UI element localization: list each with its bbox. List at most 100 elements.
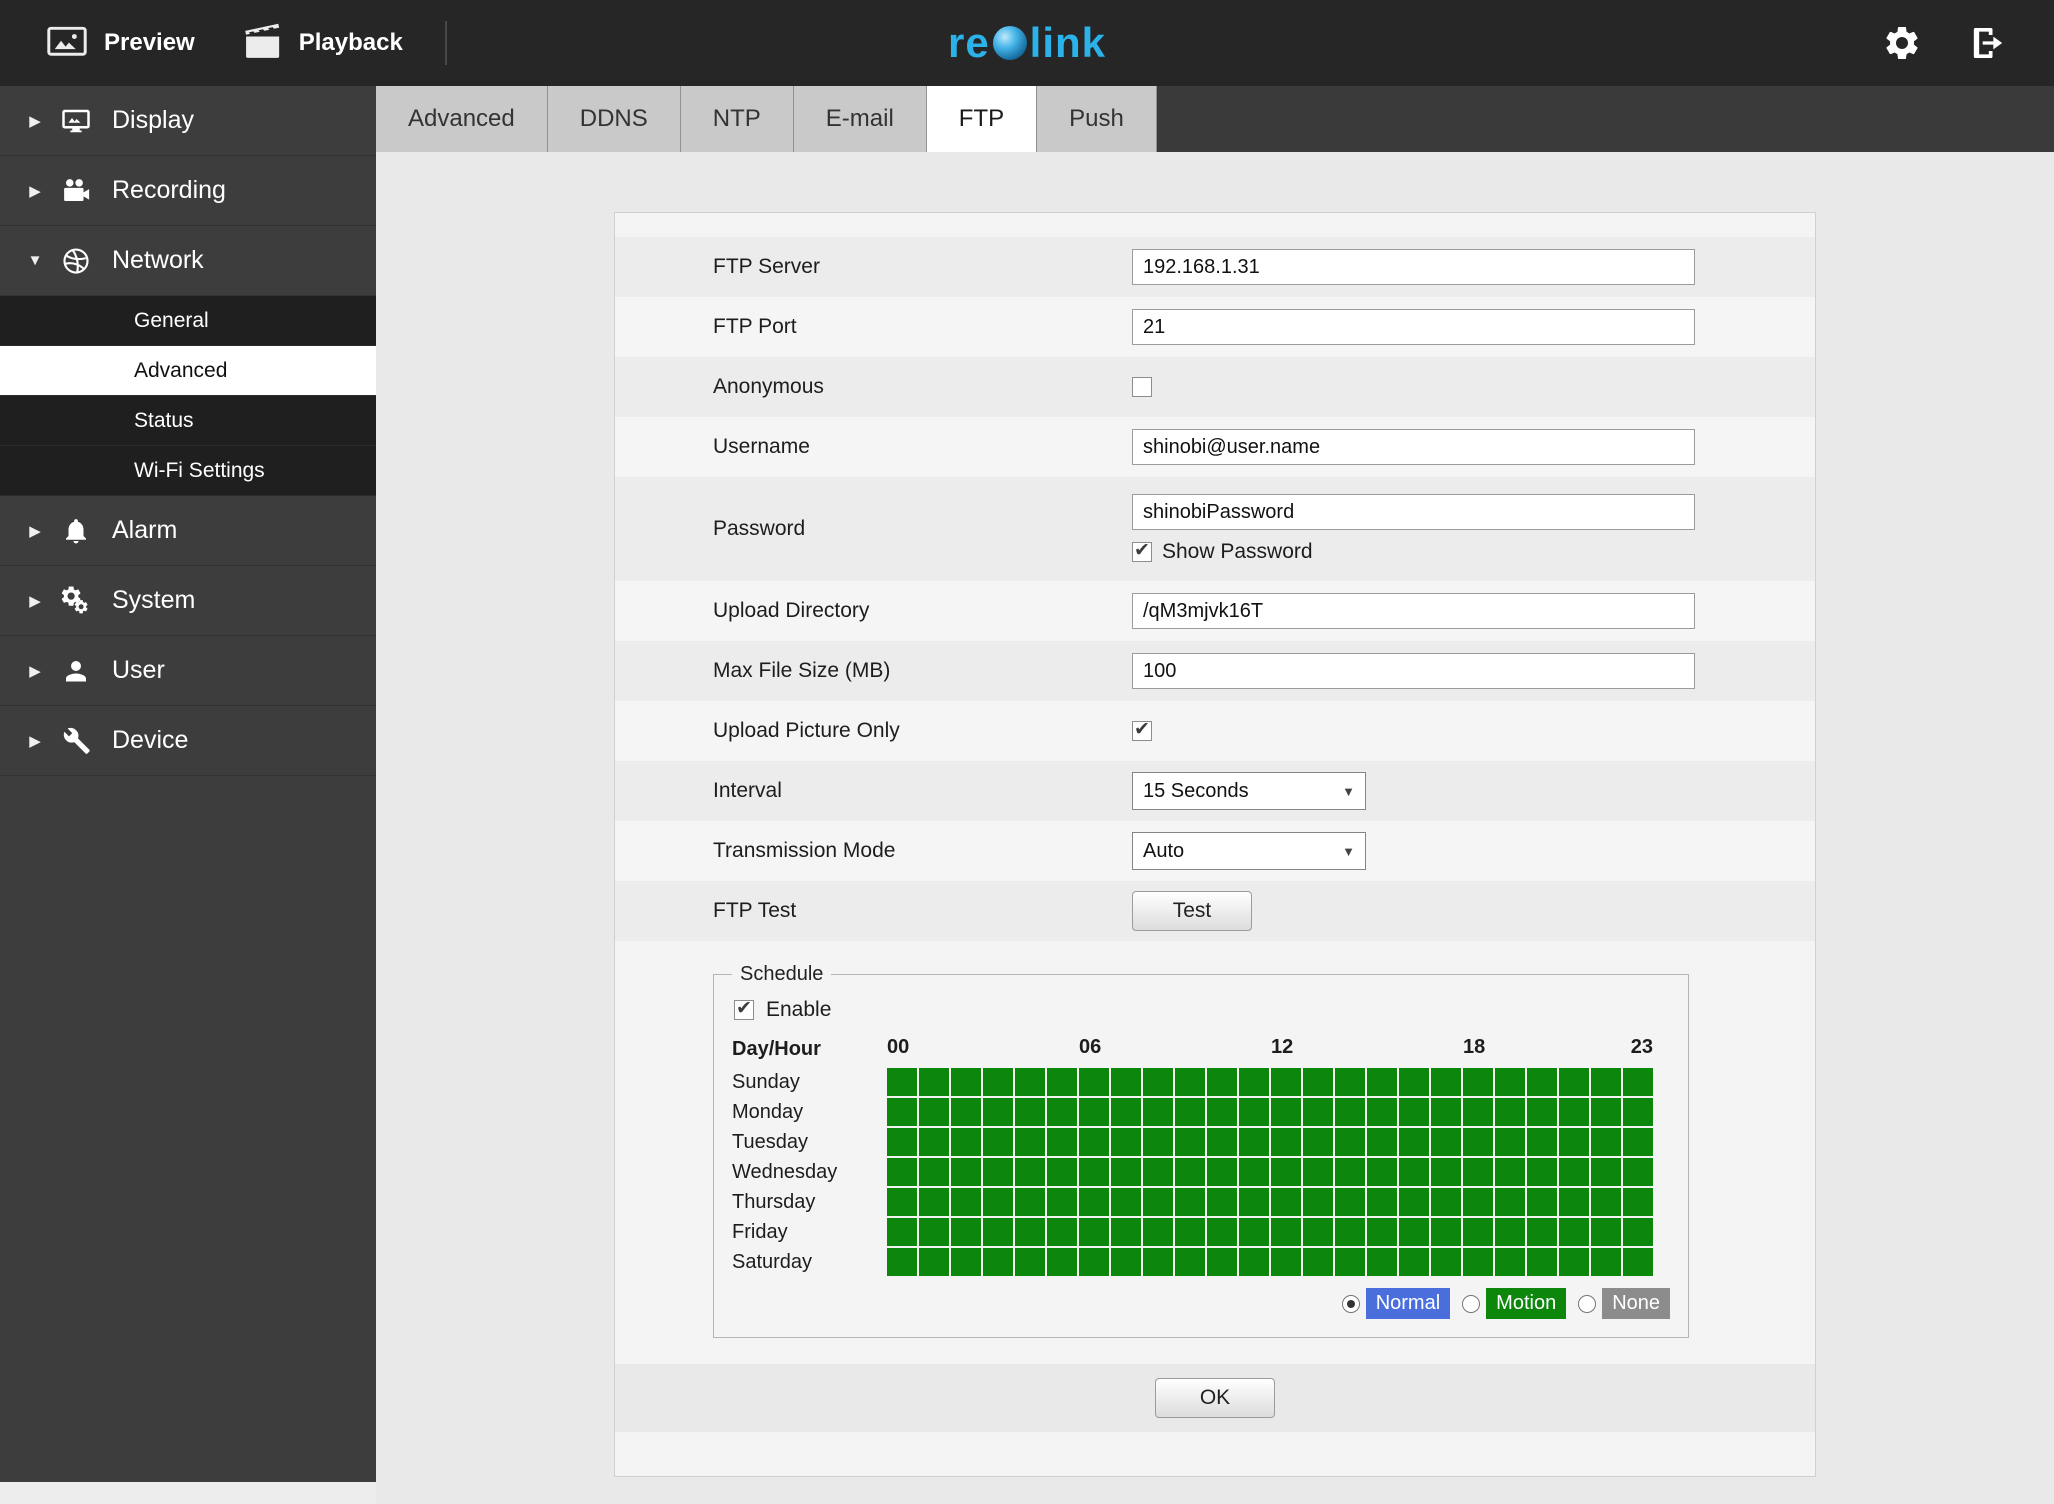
schedule-cell[interactable]: [1047, 1248, 1077, 1276]
schedule-cell[interactable]: [1431, 1218, 1461, 1246]
schedule-cell[interactable]: [951, 1068, 981, 1096]
schedule-cell[interactable]: [1495, 1218, 1525, 1246]
schedule-cell[interactable]: [1559, 1248, 1589, 1276]
schedule-cell[interactable]: [1367, 1218, 1397, 1246]
schedule-cell[interactable]: [1367, 1248, 1397, 1276]
schedule-cell[interactable]: [951, 1218, 981, 1246]
schedule-cell[interactable]: [1623, 1158, 1653, 1186]
schedule-cell[interactable]: [887, 1128, 917, 1156]
mode-radio-none[interactable]: [1578, 1294, 1597, 1313]
sidebar-item-network[interactable]: ▼ Network: [0, 226, 376, 296]
schedule-cell[interactable]: [1623, 1068, 1653, 1096]
sidebar-item-recording[interactable]: ▶ Recording: [0, 156, 376, 226]
schedule-cell[interactable]: [1527, 1068, 1557, 1096]
schedule-cell[interactable]: [919, 1068, 949, 1096]
schedule-cell[interactable]: [1015, 1068, 1045, 1096]
schedule-cell[interactable]: [1239, 1158, 1269, 1186]
schedule-cell[interactable]: [1431, 1098, 1461, 1126]
schedule-cell[interactable]: [1623, 1098, 1653, 1126]
schedule-cell[interactable]: [1495, 1158, 1525, 1186]
schedule-cell[interactable]: [1431, 1158, 1461, 1186]
schedule-cell[interactable]: [1431, 1128, 1461, 1156]
schedule-cell[interactable]: [1015, 1248, 1045, 1276]
schedule-cell[interactable]: [1079, 1128, 1109, 1156]
schedule-cell[interactable]: [1399, 1098, 1429, 1126]
schedule-cell[interactable]: [1271, 1248, 1301, 1276]
schedule-cell[interactable]: [951, 1128, 981, 1156]
schedule-cell[interactable]: [1111, 1128, 1141, 1156]
schedule-cell[interactable]: [1079, 1218, 1109, 1246]
schedule-cell[interactable]: [919, 1188, 949, 1216]
tab-ddns[interactable]: DDNS: [547, 86, 681, 152]
schedule-cell[interactable]: [1303, 1248, 1333, 1276]
schedule-cell[interactable]: [1559, 1218, 1589, 1246]
schedule-cell[interactable]: [1143, 1128, 1173, 1156]
schedule-cell[interactable]: [1367, 1098, 1397, 1126]
schedule-cell[interactable]: [1463, 1098, 1493, 1126]
schedule-cell[interactable]: [1527, 1188, 1557, 1216]
schedule-cell[interactable]: [1239, 1098, 1269, 1126]
schedule-cell[interactable]: [1335, 1158, 1365, 1186]
schedule-cell[interactable]: [1079, 1068, 1109, 1096]
tab-ntp[interactable]: NTP: [680, 86, 794, 152]
schedule-cell[interactable]: [1239, 1068, 1269, 1096]
schedule-cell[interactable]: [983, 1248, 1013, 1276]
schedule-cell[interactable]: [1335, 1188, 1365, 1216]
schedule-cell[interactable]: [919, 1128, 949, 1156]
schedule-cell[interactable]: [1175, 1218, 1205, 1246]
schedule-cell[interactable]: [1143, 1188, 1173, 1216]
schedule-cell[interactable]: [1367, 1128, 1397, 1156]
schedule-cell[interactable]: [983, 1068, 1013, 1096]
schedule-cell[interactable]: [1111, 1098, 1141, 1126]
schedule-cell[interactable]: [983, 1098, 1013, 1126]
schedule-cell[interactable]: [887, 1098, 917, 1126]
upload-directory-input[interactable]: [1132, 593, 1695, 629]
schedule-cell[interactable]: [1015, 1188, 1045, 1216]
schedule-cell[interactable]: [1303, 1098, 1333, 1126]
schedule-cell[interactable]: [1239, 1128, 1269, 1156]
schedule-cell[interactable]: [1271, 1068, 1301, 1096]
password-input[interactable]: [1132, 494, 1695, 530]
show-password-checkbox[interactable]: [1132, 539, 1152, 562]
schedule-cell[interactable]: [1591, 1098, 1621, 1126]
schedule-cell[interactable]: [1559, 1068, 1589, 1096]
schedule-cell[interactable]: [1303, 1158, 1333, 1186]
schedule-cell[interactable]: [1591, 1128, 1621, 1156]
schedule-cell[interactable]: [1015, 1098, 1045, 1126]
schedule-cell[interactable]: [1559, 1128, 1589, 1156]
schedule-cell[interactable]: [1303, 1188, 1333, 1216]
interval-select[interactable]: 15 Seconds ▼: [1132, 772, 1366, 810]
schedule-cell[interactable]: [1207, 1248, 1237, 1276]
schedule-cell[interactable]: [1047, 1188, 1077, 1216]
test-button[interactable]: Test: [1132, 891, 1252, 931]
username-input[interactable]: [1132, 429, 1695, 465]
schedule-cell[interactable]: [1271, 1218, 1301, 1246]
schedule-cell[interactable]: [951, 1098, 981, 1126]
schedule-cell[interactable]: [1335, 1098, 1365, 1126]
schedule-cell[interactable]: [1463, 1188, 1493, 1216]
schedule-cell[interactable]: [887, 1218, 917, 1246]
schedule-cell[interactable]: [1335, 1218, 1365, 1246]
schedule-cell[interactable]: [1495, 1068, 1525, 1096]
schedule-cell[interactable]: [1335, 1068, 1365, 1096]
schedule-cell[interactable]: [1143, 1248, 1173, 1276]
schedule-cell[interactable]: [1623, 1188, 1653, 1216]
mode-radio-normal[interactable]: [1341, 1294, 1360, 1313]
schedule-cell[interactable]: [1047, 1158, 1077, 1186]
schedule-cell[interactable]: [1527, 1158, 1557, 1186]
sidebar-subitem-wi-fi-settings[interactable]: Wi-Fi Settings: [0, 446, 376, 496]
schedule-cell[interactable]: [1399, 1218, 1429, 1246]
schedule-cell[interactable]: [1239, 1248, 1269, 1276]
schedule-cell[interactable]: [1591, 1248, 1621, 1276]
schedule-cell[interactable]: [1271, 1098, 1301, 1126]
sidebar-subitem-general[interactable]: General: [0, 296, 376, 346]
schedule-cell[interactable]: [1559, 1158, 1589, 1186]
schedule-cell[interactable]: [1591, 1188, 1621, 1216]
schedule-cell[interactable]: [1175, 1248, 1205, 1276]
settings-gear-icon[interactable]: [1882, 23, 1922, 63]
transmission-mode-select[interactable]: Auto ▼: [1132, 832, 1366, 870]
max-file-size-mb-input[interactable]: [1132, 653, 1695, 689]
schedule-cell[interactable]: [983, 1188, 1013, 1216]
schedule-cell[interactable]: [1271, 1188, 1301, 1216]
playback-button[interactable]: Playback: [241, 22, 403, 64]
